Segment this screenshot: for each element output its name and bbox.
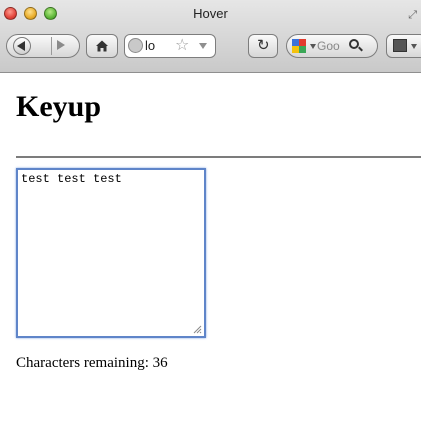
address-bar[interactable]: lo ☆: [124, 34, 216, 58]
search-engine-dropdown[interactable]: [310, 44, 316, 49]
home-icon: [96, 40, 108, 52]
reload-icon: ↻: [257, 36, 270, 54]
characters-remaining-text: Characters remaining: 36: [16, 355, 168, 371]
search-placeholder: Goo: [317, 39, 340, 53]
horizontal-rule: [16, 156, 421, 158]
toolbar: lo ☆ ↻ Goo: [0, 30, 421, 70]
reload-button[interactable]: ↻: [248, 34, 278, 58]
search-bar[interactable]: Goo: [286, 34, 378, 58]
forward-button[interactable]: [57, 40, 65, 50]
bookmarks-icon: [393, 39, 407, 52]
textarea-value: test test test: [21, 172, 122, 186]
bookmark-star-icon[interactable]: ☆: [175, 35, 189, 54]
nav-divider: [51, 37, 52, 55]
browser-chrome: Hover ⤢ lo ☆ ↻ Goo: [0, 0, 421, 73]
magnifier-icon[interactable]: [349, 39, 359, 49]
window-title: Hover: [193, 6, 228, 21]
title-bar: Hover ⤢: [0, 0, 421, 30]
home-button[interactable]: [86, 34, 118, 58]
keyup-textarea[interactable]: test test test: [16, 168, 206, 338]
bookmarks-dropdown[interactable]: [411, 44, 417, 49]
back-button[interactable]: [13, 37, 31, 55]
nav-buttons: [6, 34, 80, 58]
bookmarks-button[interactable]: [386, 34, 421, 58]
url-text: lo: [145, 38, 156, 53]
globe-icon: [128, 38, 143, 53]
url-history-dropdown[interactable]: [199, 43, 207, 49]
resize-grip-icon[interactable]: [192, 324, 202, 334]
page-heading: Keyup: [16, 90, 102, 123]
fullscreen-icon[interactable]: ⤢: [408, 8, 417, 22]
google-logo-icon: [292, 39, 306, 53]
